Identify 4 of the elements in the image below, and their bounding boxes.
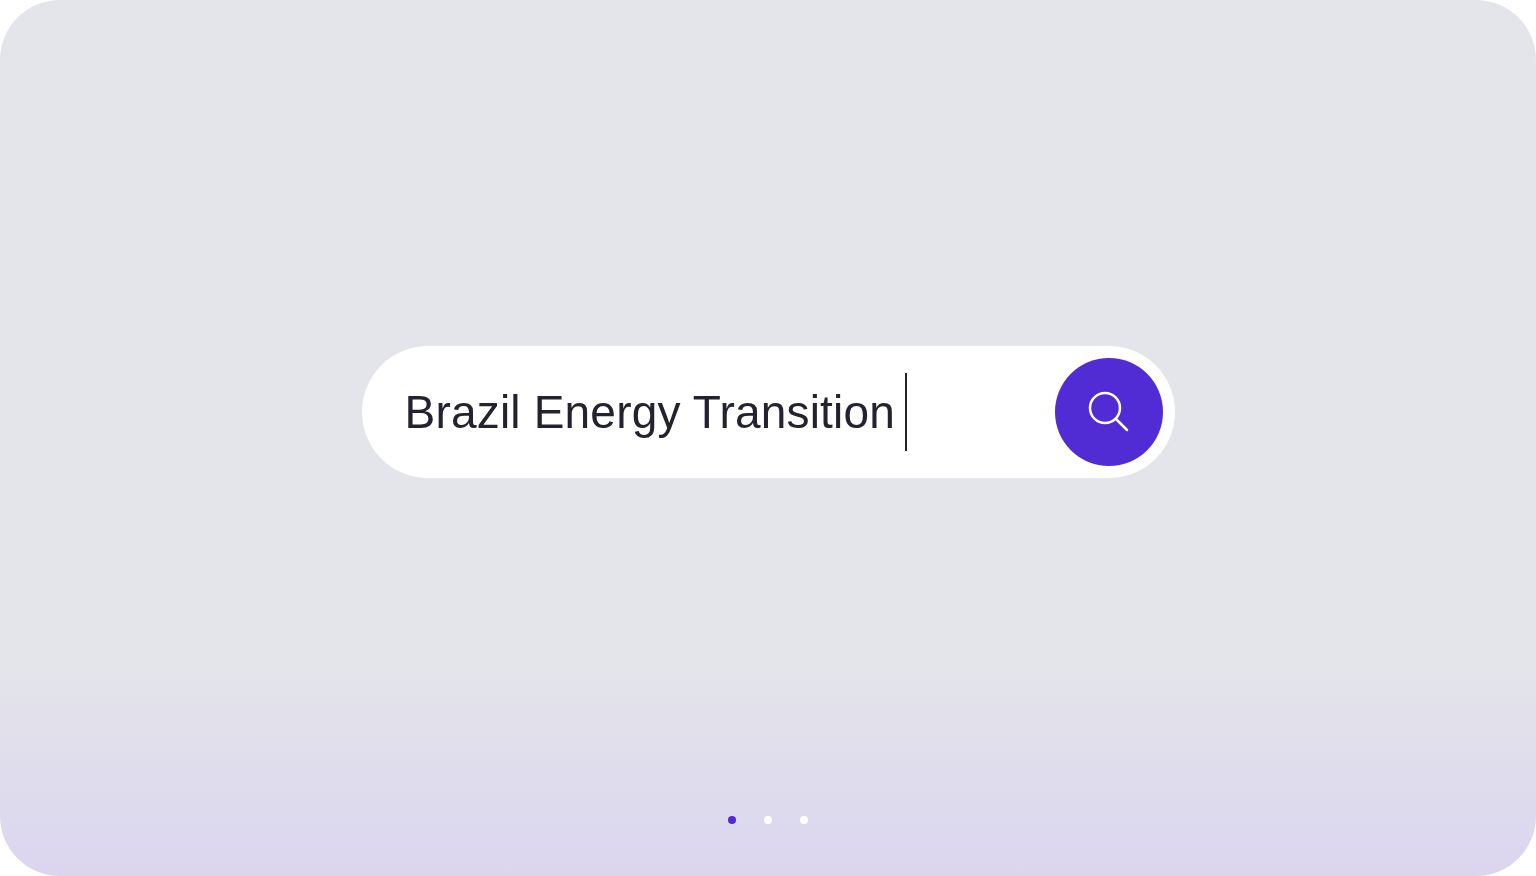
page-dot[interactable] (764, 816, 772, 824)
page-dot[interactable] (728, 816, 736, 824)
page-dot[interactable] (800, 816, 808, 824)
search-field[interactable]: Brazil Energy Transition (404, 373, 908, 451)
